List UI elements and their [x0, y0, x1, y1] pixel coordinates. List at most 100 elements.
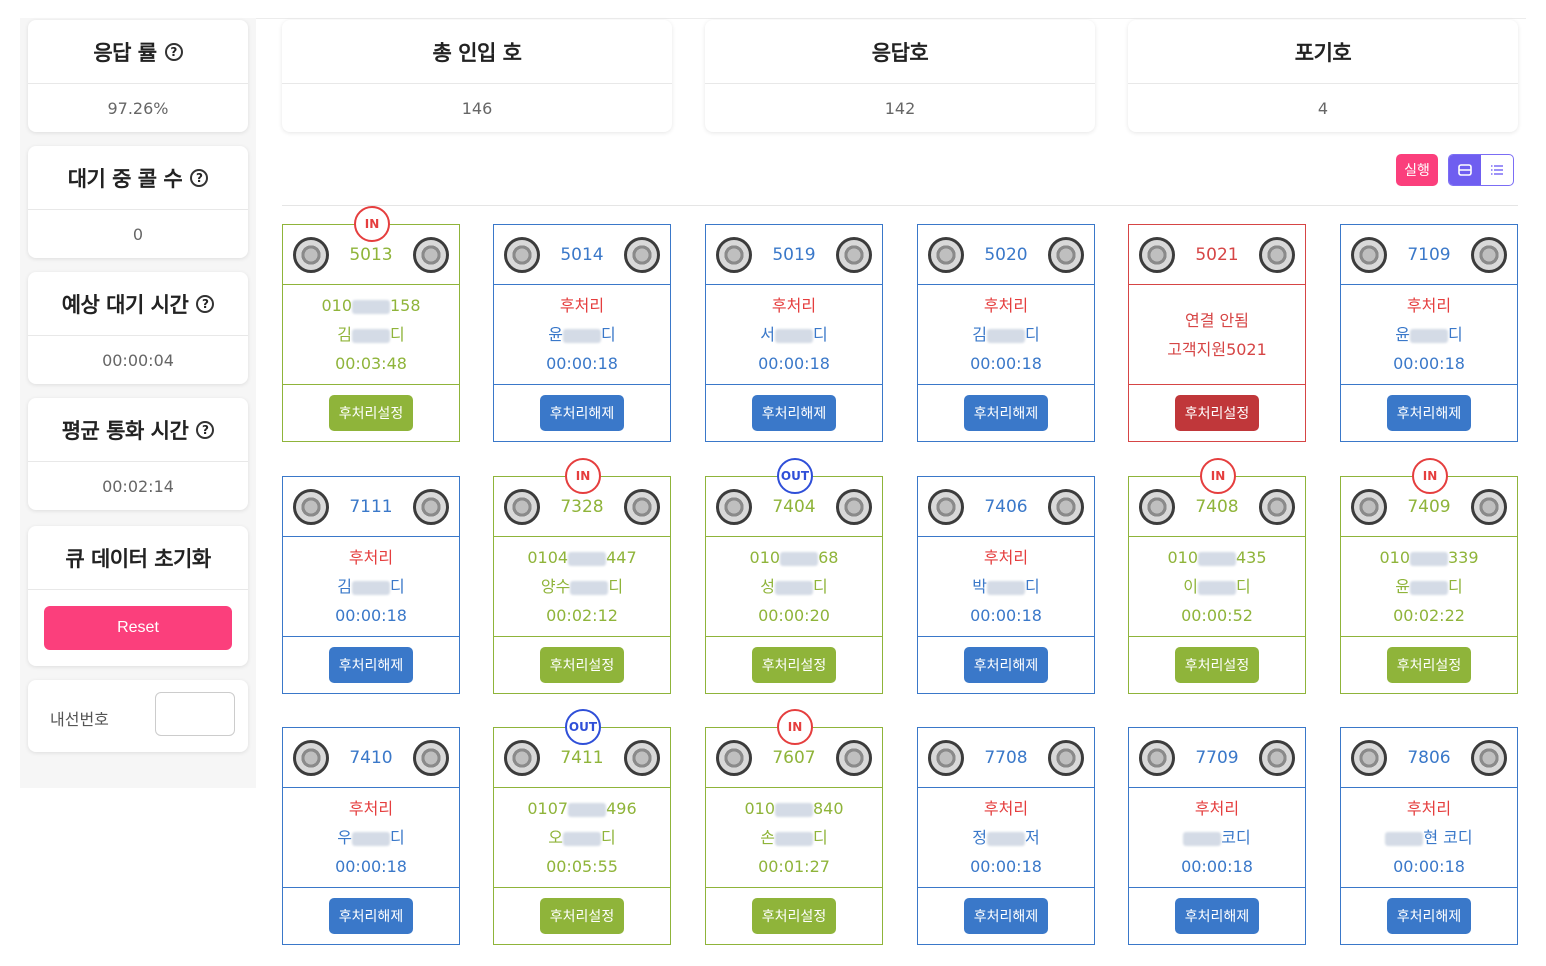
- phone-icon: [1258, 739, 1295, 776]
- agent-card-7410: 7410 후처리 우 디 00:00:18 후처리해제: [282, 727, 460, 945]
- extension-number: 5013: [349, 244, 393, 265]
- phone-icon: [1470, 488, 1507, 525]
- after-call-toggle-button[interactable]: 후처리해제: [328, 647, 414, 683]
- question-circle-icon[interactable]: ?: [190, 168, 209, 187]
- call-direction-badge: IN: [1200, 458, 1236, 494]
- stat-value: 142: [884, 98, 916, 118]
- extension-number: 7708: [984, 747, 1028, 768]
- call-duration: 00:00:18: [970, 354, 1042, 373]
- stat-value: 97.26%: [107, 98, 169, 118]
- stat-card-waiting-calls: 대기 중 콜 수? 0: [28, 146, 248, 258]
- after-call-toggle-button[interactable]: 후처리설정: [751, 647, 837, 683]
- agent-card-7404: OUT 7404 010 68 성 디 00:00:20 후처리설정: [705, 458, 883, 694]
- agent-name: 윤디: [548, 325, 616, 344]
- agent-status: 후처리: [983, 799, 1029, 818]
- stat-card-expected-wait: 예상 대기 시간? 00:00:04: [28, 272, 248, 384]
- phone-icon: [504, 488, 540, 525]
- reset-button[interactable]: Reset: [44, 606, 232, 650]
- agent-status: 후처리: [983, 548, 1029, 567]
- run-button[interactable]: 실행: [1396, 154, 1438, 186]
- grid-view-icon[interactable]: [1449, 155, 1481, 185]
- after-call-toggle-button[interactable]: 후처리해제: [963, 898, 1049, 934]
- phone-icon: [835, 488, 872, 525]
- agent-card-5013: IN 5013 010 158 김 디 00:03:48 후처리설정: [282, 206, 460, 442]
- caller-number: 010 339: [1379, 548, 1479, 567]
- agent-name: 김디: [337, 577, 405, 596]
- after-call-toggle-button[interactable]: 후처리설정: [1386, 647, 1472, 683]
- extension-input[interactable]: [155, 692, 235, 736]
- agent-name: 손디: [760, 828, 828, 847]
- after-call-toggle-button[interactable]: 후처리해제: [963, 647, 1049, 683]
- phone-icon: [1139, 236, 1175, 273]
- agent-status: 후처리: [983, 296, 1029, 315]
- stat-title: 대기 중 콜 수: [67, 166, 183, 191]
- phone-icon: [412, 236, 449, 273]
- call-duration: 00:00:52: [1181, 606, 1253, 625]
- agent-name: 우디: [337, 828, 405, 847]
- stat-card-abandoned: 포기호 4: [1128, 20, 1518, 132]
- question-circle-icon[interactable]: ?: [196, 294, 215, 313]
- stat-title: 응답호: [705, 20, 1095, 84]
- call-duration: 00:00:18: [1181, 857, 1253, 876]
- agent-status: 연결 안됨: [1185, 310, 1249, 330]
- phone-icon: [1047, 236, 1084, 273]
- caller-number: 0104 447: [527, 548, 637, 567]
- extension-number: 7406: [984, 496, 1028, 517]
- queue-reset-card: 큐 데이터 초기화 Reset: [28, 526, 248, 666]
- phone-icon: [1258, 488, 1295, 525]
- agent-name: 양수 디: [540, 577, 624, 596]
- extension-number: 5021: [1195, 244, 1239, 265]
- agent-name: 고객지원5021: [1167, 339, 1267, 359]
- phone-icon: [1258, 236, 1295, 273]
- after-call-toggle-button[interactable]: 후처리해제: [1386, 395, 1472, 431]
- agent-card-7406: 7406 후처리 박 디 00:00:18 후처리해제: [917, 476, 1095, 694]
- toolbar-divider: [282, 205, 1518, 206]
- stat-value: 146: [461, 98, 493, 118]
- stat-card-avg-talk-time: 평균 통화 시간? 00:02:14: [28, 398, 248, 510]
- stat-title: 예상 대기 시간: [61, 292, 189, 317]
- call-direction-badge: IN: [1412, 458, 1448, 494]
- after-call-toggle-button[interactable]: 후처리설정: [1174, 395, 1260, 431]
- phone-icon: [412, 488, 449, 525]
- agent-name: 박디: [972, 577, 1040, 596]
- stat-card-answered: 응답호 142: [705, 20, 1095, 132]
- phone-icon: [928, 739, 964, 776]
- agent-status: 후처리: [1194, 799, 1240, 818]
- after-call-toggle-button[interactable]: 후처리해제: [751, 395, 837, 431]
- stat-title: 응답 률: [93, 40, 157, 65]
- call-direction-badge: IN: [565, 458, 601, 494]
- agent-card-5014: 5014 후처리 윤 디 00:00:18 후처리해제: [493, 224, 671, 442]
- extension-number: 7709: [1195, 747, 1239, 768]
- call-duration: 00:02:12: [546, 606, 618, 625]
- agent-card-7806: 7806 후처리 현 코디 00:00:18 후처리해제: [1340, 727, 1518, 945]
- phone-icon: [1047, 739, 1084, 776]
- list-view-icon[interactable]: [1481, 155, 1513, 185]
- phone-icon: [293, 236, 329, 273]
- phone-icon: [504, 739, 540, 776]
- question-circle-icon[interactable]: ?: [164, 42, 183, 61]
- caller-number: 010 840: [744, 799, 844, 818]
- after-call-toggle-button[interactable]: 후처리해제: [328, 898, 414, 934]
- after-call-toggle-button[interactable]: 후처리설정: [751, 898, 837, 934]
- after-call-toggle-button[interactable]: 후처리해제: [539, 395, 625, 431]
- stat-title: 평균 통화 시간: [61, 418, 189, 443]
- agent-card-5020: 5020 후처리 김 디 00:00:18 후처리해제: [917, 224, 1095, 442]
- agent-status: 후처리: [1406, 799, 1452, 818]
- extension-number: 7404: [772, 496, 816, 517]
- call-duration: 00:02:22: [1393, 606, 1465, 625]
- question-circle-icon[interactable]: ?: [196, 420, 215, 439]
- after-call-toggle-button[interactable]: 후처리해제: [1174, 898, 1260, 934]
- after-call-toggle-button[interactable]: 후처리해제: [963, 395, 1049, 431]
- after-call-toggle-button[interactable]: 후처리해제: [1386, 898, 1472, 934]
- after-call-toggle-button[interactable]: 후처리설정: [1174, 647, 1260, 683]
- after-call-toggle-button[interactable]: 후처리설정: [539, 647, 625, 683]
- stat-value: 4: [1317, 98, 1329, 118]
- phone-icon: [1139, 488, 1175, 525]
- agent-card-7408: IN 7408 010 435 이 디 00:00:52 후처리설정: [1128, 458, 1306, 694]
- extension-label: 내선번호: [50, 710, 109, 729]
- after-call-toggle-button[interactable]: 후처리설정: [539, 898, 625, 934]
- agent-name: 이디: [1183, 577, 1251, 596]
- call-direction-badge: IN: [777, 709, 813, 745]
- after-call-toggle-button[interactable]: 후처리설정: [328, 395, 414, 431]
- call-duration: 00:03:48: [335, 354, 407, 373]
